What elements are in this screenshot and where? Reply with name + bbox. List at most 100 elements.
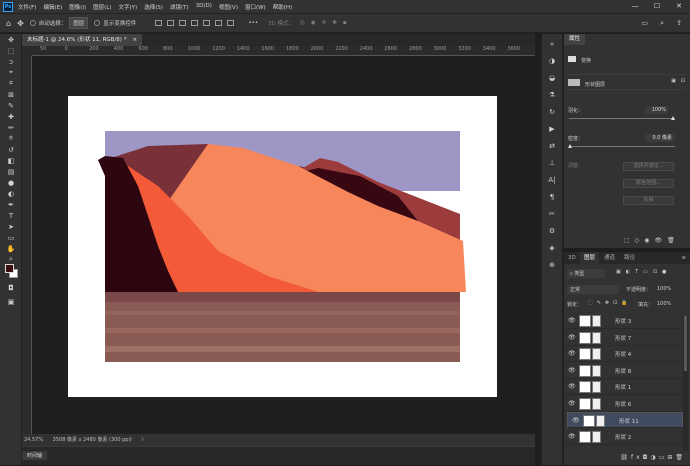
color-icon[interactable]: ◒ bbox=[542, 71, 562, 85]
home-icon[interactable]: ⌂ bbox=[6, 19, 11, 28]
auto-select-checkbox[interactable] bbox=[29, 20, 36, 26]
photoshop-logo-icon[interactable]: Ps bbox=[3, 1, 13, 12]
apply-icon[interactable]: ◇ bbox=[635, 237, 645, 244]
layer-mask-thumbnail[interactable] bbox=[592, 331, 601, 344]
align-left-icon[interactable] bbox=[191, 20, 199, 26]
3d-orbit-icon[interactable]: ◎ bbox=[300, 20, 305, 26]
layer-mask-thumbnail[interactable] bbox=[592, 397, 601, 410]
eye-icon[interactable]: 👁 bbox=[572, 417, 580, 424]
lock-icons[interactable]: ⬚✎✥⊡🔒 bbox=[588, 300, 632, 306]
tab-paths[interactable]: 路径 bbox=[620, 252, 639, 264]
3d-slide-icon[interactable]: ✤ bbox=[332, 20, 337, 26]
menu-item-6[interactable]: 滤镜(T) bbox=[170, 3, 189, 11]
feather-value[interactable]: 100% bbox=[646, 106, 668, 114]
eye-icon[interactable]: 👁 bbox=[568, 317, 576, 324]
menu-item-1[interactable]: 编辑(E) bbox=[43, 3, 62, 11]
color-range-button[interactable]: 颜色范围... bbox=[623, 179, 674, 188]
maximize-button[interactable]: ☐ bbox=[646, 0, 668, 13]
marquee-tool-icon[interactable]: ⬚ bbox=[0, 45, 22, 56]
layer-mask-thumbnail[interactable] bbox=[592, 348, 601, 360]
opacity-value[interactable]: 100% bbox=[657, 286, 671, 292]
actions-icon[interactable]: ▶ bbox=[542, 122, 562, 136]
menu-item-3[interactable]: 图层(L) bbox=[93, 3, 111, 11]
more-options-button[interactable]: ••• bbox=[248, 20, 258, 26]
layer-row[interactable]: 👁 形状 6 bbox=[564, 396, 680, 412]
density-slider-knob[interactable] bbox=[568, 144, 572, 148]
workspace-icon[interactable]: ▭ bbox=[641, 19, 648, 27]
layers-scrollbar[interactable] bbox=[683, 316, 688, 451]
density-value[interactable]: 0.0 像素 bbox=[646, 134, 674, 142]
layer-mask-thumbnail[interactable] bbox=[592, 430, 601, 443]
tab-channels[interactable]: 通道 bbox=[600, 252, 619, 264]
navigator-icon[interactable]: ⊕ bbox=[542, 258, 562, 272]
layer-mask-thumbnail[interactable] bbox=[592, 381, 601, 393]
hand-tool-icon[interactable]: ✋ bbox=[0, 243, 22, 254]
layer-row[interactable]: 👁 形状 11 bbox=[567, 412, 683, 428]
eye-icon[interactable]: 👁 bbox=[568, 400, 576, 407]
align-hcenter-icon[interactable] bbox=[203, 20, 211, 26]
history-icon[interactable]: ↻ bbox=[542, 105, 562, 119]
mask-icon[interactable] bbox=[568, 56, 576, 62]
search-icon[interactable]: ⌕ bbox=[660, 19, 664, 28]
clone-stamp-icon[interactable]: ⍟ bbox=[0, 133, 22, 144]
type-tool-icon[interactable]: T bbox=[0, 210, 22, 221]
distribute-icon[interactable] bbox=[227, 20, 235, 26]
blur-tool-icon[interactable]: ● bbox=[0, 177, 22, 188]
align-right-icon[interactable] bbox=[215, 20, 223, 26]
document-canvas[interactable] bbox=[68, 96, 497, 397]
filter-icons[interactable]: ▣◐T▭⊡● bbox=[616, 269, 671, 275]
menu-item-8[interactable]: 视图(V) bbox=[219, 3, 238, 11]
feather-slider-knob[interactable] bbox=[671, 116, 675, 120]
auto-select-dropdown[interactable]: 图层 bbox=[69, 17, 89, 29]
link-mask-icon[interactable]: ⊡ bbox=[681, 78, 685, 84]
eye-icon[interactable]: 👁 bbox=[568, 383, 576, 390]
menu-item-10[interactable]: 帮助(H) bbox=[273, 3, 292, 11]
menu-item-7[interactable]: 3D(D) bbox=[196, 3, 212, 11]
blend-mode-dropdown[interactable]: 正常 bbox=[567, 285, 619, 294]
lasso-tool-icon[interactable]: ↄ bbox=[0, 56, 22, 67]
density-slider[interactable] bbox=[569, 146, 675, 147]
show-transform-checkbox[interactable] bbox=[94, 20, 101, 26]
quick-mask-icon[interactable]: ◘ bbox=[0, 282, 22, 293]
styles-icon[interactable]: ⚗ bbox=[542, 88, 562, 102]
adjustments-icon[interactable]: ◑ bbox=[542, 54, 562, 68]
zoom-level[interactable]: 24.57% bbox=[24, 437, 43, 443]
menu-item-5[interactable]: 选择(S) bbox=[144, 3, 163, 11]
load-selection-icon[interactable]: ⬚ bbox=[624, 237, 635, 244]
swatches-icon[interactable]: ⇄ bbox=[542, 139, 562, 153]
clone-source-icon[interactable]: ◈ bbox=[542, 241, 562, 255]
layer-row[interactable]: 👁 形状 3 bbox=[564, 313, 680, 329]
eye-icon[interactable]: 👁 bbox=[568, 433, 576, 440]
delete-layer-icon[interactable]: 🗑 bbox=[675, 454, 686, 461]
layers-scroll-thumb[interactable] bbox=[684, 316, 687, 371]
layer-row[interactable]: 👁 形状 2 bbox=[564, 429, 680, 445]
3d-roll-icon[interactable]: ◉ bbox=[311, 20, 316, 26]
close-window-button[interactable]: ✕ bbox=[668, 0, 690, 13]
foreground-color-swatch[interactable] bbox=[5, 264, 14, 273]
align-top-icon[interactable] bbox=[155, 20, 163, 26]
tool-presets-icon[interactable]: ✂ bbox=[542, 207, 562, 221]
screen-mode-icon[interactable]: ▣ bbox=[0, 296, 22, 307]
align-vcenter-icon[interactable] bbox=[167, 20, 175, 26]
timeline-tab[interactable]: 时间轴 bbox=[22, 451, 48, 460]
minimize-button[interactable]: — bbox=[624, 0, 646, 13]
eyedropper-tool-icon[interactable]: ✎ bbox=[0, 100, 22, 111]
delete-mask-icon[interactable]: 🗑 bbox=[667, 237, 680, 244]
gradient-tool-icon[interactable]: ▤ bbox=[0, 166, 22, 177]
link-layers-icon[interactable]: ⛓ bbox=[620, 454, 631, 461]
panel-menu-icon[interactable]: ≡ bbox=[677, 252, 690, 264]
dodge-tool-icon[interactable]: ◐ bbox=[0, 188, 22, 199]
adjustment-layer-icon[interactable]: ◑ bbox=[650, 454, 658, 461]
status-arrow-icon[interactable]: 〉 bbox=[141, 437, 146, 443]
eye-icon[interactable]: 👁 bbox=[568, 350, 576, 357]
eye-icon[interactable]: 👁 bbox=[568, 334, 576, 341]
menu-item-4[interactable]: 文字(Y) bbox=[119, 3, 138, 11]
collapse-arrows-icon[interactable]: « bbox=[542, 37, 562, 51]
healing-brush-icon[interactable]: ✚ bbox=[0, 111, 22, 122]
menu-item-9[interactable]: 窗口(W) bbox=[245, 3, 266, 11]
menu-item-2[interactable]: 图像(I) bbox=[69, 3, 86, 11]
layer-mask-thumbnail[interactable] bbox=[596, 415, 605, 427]
3d-scale-icon[interactable]: ▪ bbox=[343, 20, 347, 26]
fx-icon[interactable]: fx bbox=[631, 454, 643, 461]
document-tab[interactable]: 未标题-1 @ 24.6% (形状 11, RGB/8) * × bbox=[22, 34, 143, 46]
